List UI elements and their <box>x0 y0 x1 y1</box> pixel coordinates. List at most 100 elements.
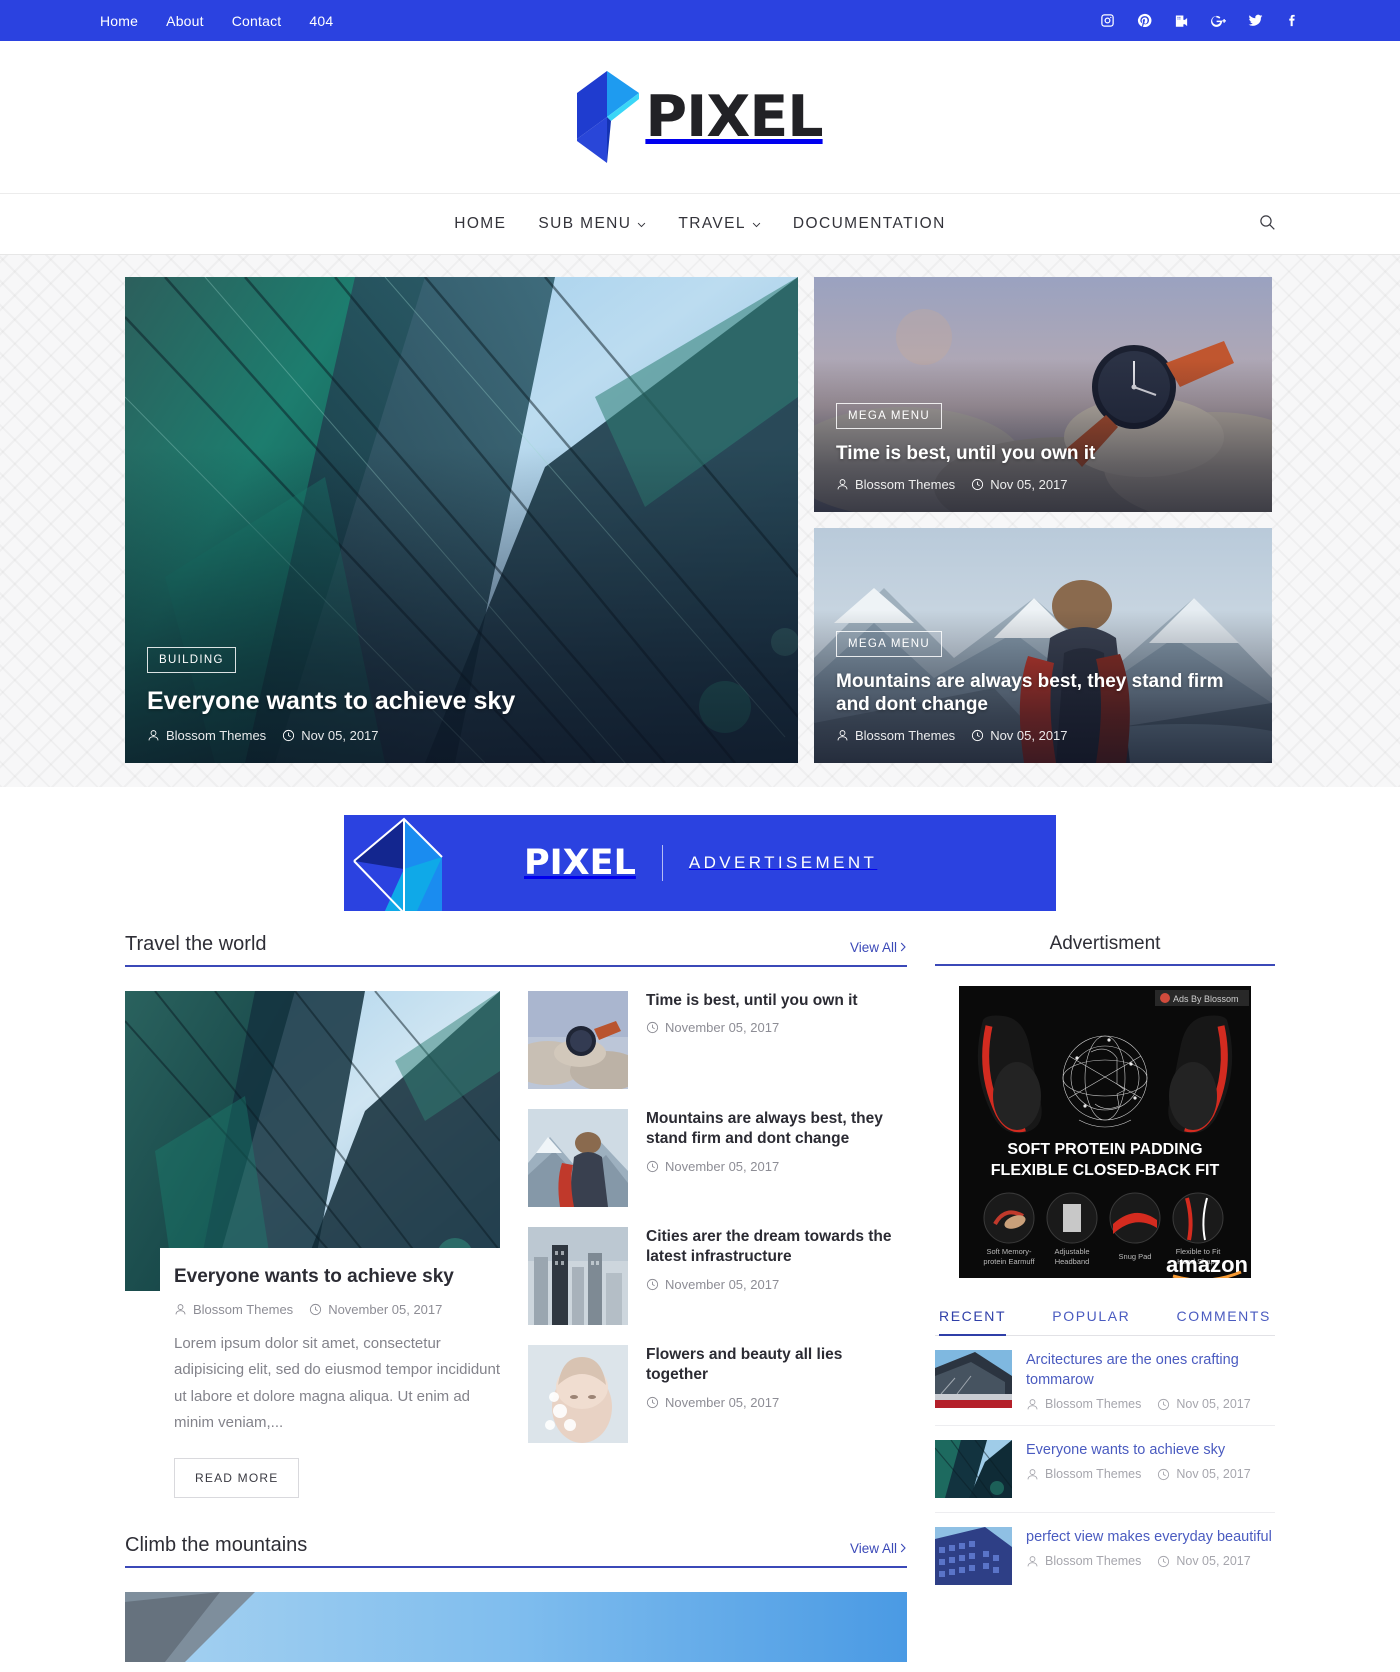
hero-side-title-2: Mountains are always best, they stand fi… <box>836 670 1224 715</box>
sidebar-post-meta: Blossom Themes Nov 05, 2017 <box>1026 1397 1275 1411</box>
author-meta: Blossom Themes <box>1026 1467 1141 1481</box>
author-name: Blossom Themes <box>1045 1467 1142 1481</box>
pinterest-icon[interactable] <box>1137 13 1152 28</box>
author-meta: Blossom Themes <box>174 1302 293 1317</box>
tab-popular[interactable]: POPULAR <box>1052 1308 1130 1336</box>
hero-side-meta-1: Blossom Themes Nov 05, 2017 <box>836 477 1250 492</box>
ad-feature-label-3: Snug Pad <box>1119 1252 1152 1261</box>
hero-section: BUILDING Everyone wants to achieve sky B… <box>0 255 1400 787</box>
mountains-section: Climb the mountains View All <box>125 1534 907 1662</box>
top-bar: Home About Contact 404 <box>0 0 1400 41</box>
sidebar-post[interactable]: Everyone wants to achieve sky Blossom Th… <box>935 1426 1275 1513</box>
read-more-button[interactable]: READ MORE <box>174 1458 300 1498</box>
nav-item-home[interactable]: HOME <box>454 215 506 233</box>
list-item-meta: November 05, 2017 <box>646 1020 858 1035</box>
post-date: November 05, 2017 <box>665 1020 780 1036</box>
list-item[interactable]: Mountains are always best, they stand fi… <box>528 1109 906 1207</box>
sidebar-ad-image[interactable]: Ads By Blossom SOFT PROTEIN PADDING FLEX… <box>935 986 1275 1278</box>
hero-side-category-2[interactable]: MEGA MENU <box>836 630 942 657</box>
date-meta: November 05, 2017 <box>646 1395 779 1410</box>
nav-label: HOME <box>454 215 507 232</box>
topnav-item[interactable]: Contact <box>232 13 282 29</box>
view-all-link[interactable]: View All <box>850 940 907 956</box>
logo-area: PIXEL <box>0 41 1400 193</box>
list-item-body: Flowers and beauty all lies together Nov… <box>646 1345 906 1410</box>
ad-banner-brand: PIXEL <box>524 843 636 883</box>
post-date: Nov 05, 2017 <box>1176 1554 1251 1568</box>
clock-icon <box>283 729 295 742</box>
list-item[interactable]: Flowers and beauty all lies together Nov… <box>528 1345 906 1443</box>
list-item-meta: November 05, 2017 <box>646 1159 906 1174</box>
clock-icon <box>1158 1468 1170 1480</box>
date-meta: Nov 05, 2017 <box>1157 1397 1251 1411</box>
nav-label: DOCUMENTATION <box>792 215 946 232</box>
list-item-thumbnail <box>528 1109 628 1207</box>
post-date: November 05, 2017 <box>665 1158 780 1174</box>
hero-main-card[interactable]: BUILDING Everyone wants to achieve sky B… <box>125 277 798 763</box>
date-meta: November 05, 2017 <box>646 1277 779 1292</box>
pixel-logo-icon <box>577 71 645 163</box>
topnav-item[interactable]: About <box>166 13 204 29</box>
list-item-title: Flowers and beauty all lies together <box>646 1346 843 1384</box>
ad-banner-logo-icon <box>344 815 466 911</box>
sidebar-post[interactable]: Arcitectures are the ones crafting tomma… <box>935 1336 1275 1426</box>
twitter-icon[interactable] <box>1248 13 1263 28</box>
ad-banner[interactable]: PIXEL ADVERTISEMENT <box>344 815 1056 911</box>
svg-text:protein Earmuff: protein Earmuff <box>983 1257 1035 1266</box>
list-item-body: Time is best, until you own it November … <box>646 991 858 1035</box>
ads-by-blossom-label: Ads By Blossom <box>1173 994 1239 1004</box>
feature-post-card: Everyone wants to achieve sky Blossom Th… <box>160 1248 500 1498</box>
hero-main-category[interactable]: BUILDING <box>147 646 236 673</box>
facebook-icon[interactable] <box>1285 13 1300 28</box>
site-logo[interactable]: PIXEL <box>577 71 824 163</box>
nav-label: SUB MENU <box>538 215 632 232</box>
tab-comments[interactable]: COMMENTS <box>1177 1308 1271 1336</box>
nav-label: TRAVEL <box>678 215 746 232</box>
list-item-thumbnail <box>528 991 628 1089</box>
sidebar: Advertisment Ads By Blossom SOFT PROTEIN… <box>935 933 1275 1662</box>
author-name: Blossom Themes <box>193 1302 294 1317</box>
ad-headline-line2: FLEXIBLE CLOSED-BACK FIT <box>991 1162 1220 1179</box>
topnav-item[interactable]: 404 <box>309 13 333 29</box>
list-item[interactable]: Time is best, until you own it November … <box>528 991 906 1089</box>
post-date: Nov 05, 2017 <box>1176 1397 1251 1411</box>
social-links <box>1100 13 1300 28</box>
clock-icon <box>646 1160 659 1172</box>
top-navigation: Home About Contact 404 <box>100 13 333 29</box>
sidebar-post-thumbnail <box>935 1527 1012 1585</box>
hero-side-card-1[interactable]: MEGA MENU Time is best, until you own it… <box>814 277 1272 512</box>
list-item[interactable]: Cities arer the dream towards the latest… <box>528 1227 906 1325</box>
feature-post-link[interactable]: Everyone wants to achieve sky <box>174 1266 500 1288</box>
mountains-post-image <box>125 1592 907 1662</box>
author-name: Blossom Themes <box>855 728 956 743</box>
nav-item-documentation[interactable]: DOCUMENTATION <box>793 215 946 233</box>
youtube-icon[interactable] <box>1174 13 1189 28</box>
sidebar-post-thumbnail <box>935 1350 1012 1408</box>
sidebar-post[interactable]: perfect view makes everyday beautiful Bl… <box>935 1513 1275 1599</box>
hero-side-card-2[interactable]: MEGA MENU Mountains are always best, the… <box>814 528 1272 763</box>
google-plus-icon[interactable] <box>1211 13 1226 28</box>
nav-item-travel[interactable]: TRAVEL <box>678 215 761 233</box>
user-icon <box>837 479 848 490</box>
date-meta: Nov 05, 2017 <box>971 477 1068 492</box>
feature-post-title: Everyone wants to achieve sky <box>174 1266 454 1287</box>
sidebar-tabs: RECENT POPULAR COMMENTS <box>935 1308 1275 1336</box>
sidebar-ad-title: Advertisment <box>1049 933 1161 954</box>
author-name: Blossom Themes <box>166 728 267 743</box>
post-date: Nov 05, 2017 <box>301 728 379 743</box>
ad-banner-label: ADVERTISEMENT <box>688 853 878 872</box>
hero-side-caption-1: MEGA MENU Time is best, until you own it… <box>814 402 1272 512</box>
nav-item-sub-menu[interactable]: SUB MENU <box>538 215 646 233</box>
clock-icon <box>646 1278 659 1290</box>
author-meta: Blossom Themes <box>1026 1554 1141 1568</box>
sidebar-post-body: Everyone wants to achieve sky Blossom Th… <box>1026 1440 1251 1498</box>
instagram-icon[interactable] <box>1100 13 1115 28</box>
content-area: Travel the world View All Everyone wants… <box>124 933 1275 1672</box>
tab-recent[interactable]: RECENT <box>939 1308 1007 1336</box>
view-all-link[interactable]: View All <box>850 1541 907 1557</box>
hero-side-title-1: Time is best, until you own it <box>836 442 1096 464</box>
hero-side-category-1[interactable]: MEGA MENU <box>836 402 942 429</box>
topnav-item[interactable]: Home <box>100 13 138 29</box>
user-icon <box>1027 1555 1038 1566</box>
search-toggle-button[interactable] <box>1254 211 1280 237</box>
